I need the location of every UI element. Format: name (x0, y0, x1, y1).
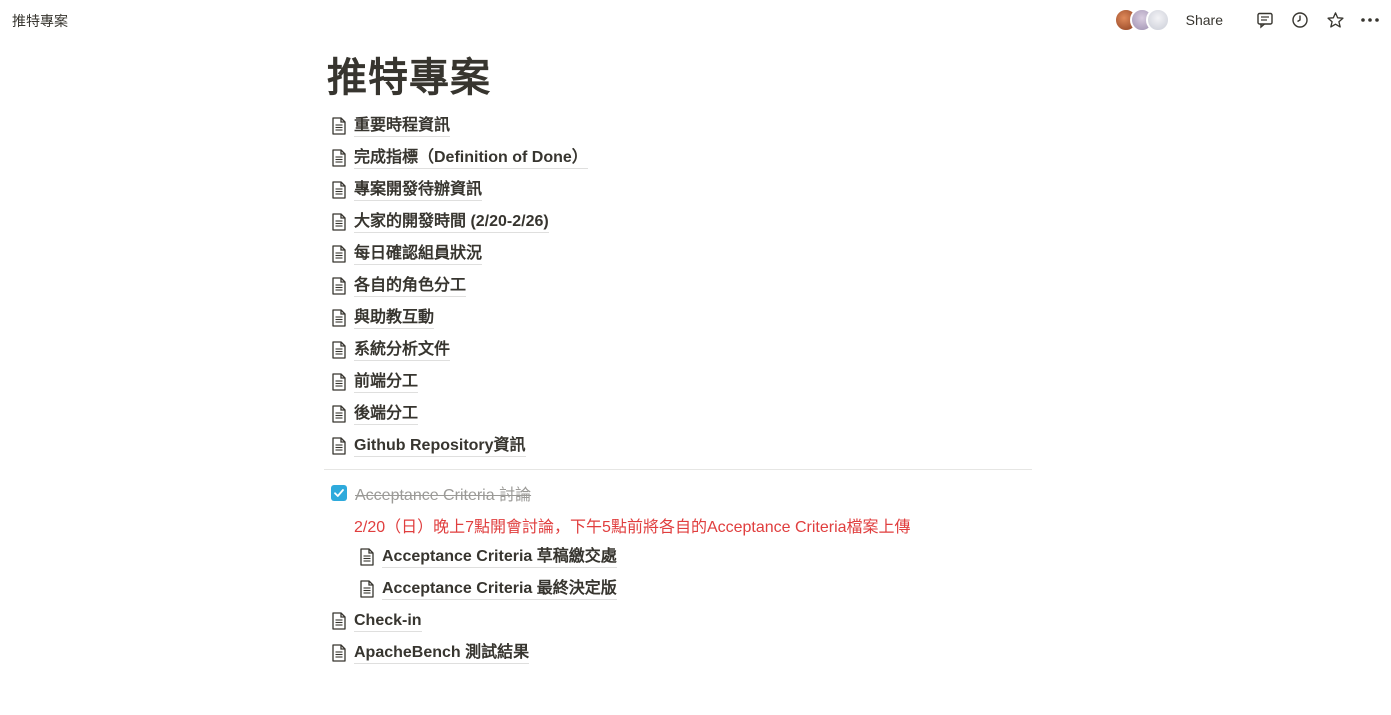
page-icon (328, 642, 350, 664)
page-link[interactable]: 完成指標（Definition of Done） (324, 142, 1032, 174)
page-link[interactable]: 專案開發待辦資訊 (324, 174, 1032, 206)
page-icon (328, 435, 350, 457)
divider (324, 469, 1032, 470)
top-actions: Share (1113, 6, 1381, 34)
page-link[interactable]: 前端分工 (324, 366, 1032, 398)
todo-note[interactable]: 2/20（日）晚上7點開會討論，下午5點前將各自的Acceptance Crit… (354, 513, 911, 537)
page-link-label[interactable]: 專案開發待辦資訊 (354, 180, 483, 201)
todo-label[interactable]: Acceptance Criteria 討論 (355, 481, 531, 505)
page-link-label[interactable]: 與助教互動 (354, 308, 435, 329)
page-icon (328, 610, 350, 632)
page-link[interactable]: 重要時程資訊 (324, 110, 1032, 142)
page-link-label[interactable]: Check-in (354, 611, 422, 632)
star-icon[interactable] (1324, 9, 1346, 31)
page-link[interactable]: 後端分工 (324, 398, 1032, 430)
page-icon (328, 371, 350, 393)
page-link[interactable]: 各自的角色分工 (324, 270, 1032, 302)
topbar: 推特專案 Share (0, 0, 1391, 40)
page-icon (328, 179, 350, 201)
page-link-label[interactable]: 後端分工 (354, 404, 419, 425)
todo-note-row: 2/20（日）晚上7點開會討論，下午5點前將各自的Acceptance Crit… (324, 509, 1032, 541)
page-link-label[interactable]: 每日確認組員狀況 (354, 244, 483, 265)
check-icon (334, 489, 344, 497)
todo-item: Acceptance Criteria 討論 (324, 477, 1032, 509)
page-icon (328, 403, 350, 425)
page-link-label[interactable]: Github Repository資訊 (354, 436, 526, 457)
sub-page-link[interactable]: Acceptance Criteria 最終決定版 (352, 573, 1032, 605)
page-icon (328, 211, 350, 233)
breadcrumb[interactable]: 推特專案 (12, 11, 68, 31)
page-link-label[interactable]: 大家的開發時間 (2/20-2/26) (354, 212, 549, 233)
page-icon (328, 307, 350, 329)
page-link-label[interactable]: 系統分析文件 (354, 340, 451, 361)
page-icon (328, 147, 350, 169)
history-icon[interactable] (1289, 9, 1311, 31)
page-link-label[interactable]: Acceptance Criteria 最終決定版 (382, 579, 617, 600)
comment-icon[interactable] (1254, 9, 1276, 31)
page-icon (328, 339, 350, 361)
todo-checkbox[interactable] (331, 485, 347, 501)
page-link-label[interactable]: 完成指標（Definition of Done） (354, 148, 588, 169)
page-link[interactable]: 大家的開發時間 (2/20-2/26) (324, 206, 1032, 238)
page-icon (328, 243, 350, 265)
share-button[interactable]: Share (1186, 12, 1223, 28)
page-content: 推特專案 重要時程資訊 完成指標（Definition of Done） 專案開… (324, 50, 1032, 669)
page-icon (356, 578, 378, 600)
page-title[interactable]: 推特專案 (327, 50, 1032, 106)
page-icon (328, 275, 350, 297)
page-link[interactable]: Check-in (324, 605, 1032, 637)
page-link[interactable]: 系統分析文件 (324, 334, 1032, 366)
more-icon[interactable] (1359, 9, 1381, 31)
avatar-group[interactable] (1113, 8, 1170, 32)
page-link-label[interactable]: Acceptance Criteria 草稿繳交處 (382, 547, 617, 568)
page-link-label[interactable]: 各自的角色分工 (354, 276, 467, 297)
page-link[interactable]: 與助教互動 (324, 302, 1032, 334)
page-link-label[interactable]: ApacheBench 測試結果 (354, 643, 530, 664)
page-link[interactable]: 每日確認組員狀況 (324, 238, 1032, 270)
page-link[interactable]: Github Repository資訊 (324, 430, 1032, 462)
avatar[interactable] (1145, 8, 1170, 32)
page-list: 重要時程資訊 完成指標（Definition of Done） 專案開發待辦資訊… (324, 110, 1032, 669)
page-link[interactable]: ApacheBench 測試結果 (324, 637, 1032, 669)
page-link-label[interactable]: 前端分工 (354, 372, 419, 393)
page-icon (356, 546, 378, 568)
page-link-label[interactable]: 重要時程資訊 (354, 116, 451, 137)
page-icon (328, 115, 350, 137)
sub-page-link[interactable]: Acceptance Criteria 草稿繳交處 (352, 541, 1032, 573)
